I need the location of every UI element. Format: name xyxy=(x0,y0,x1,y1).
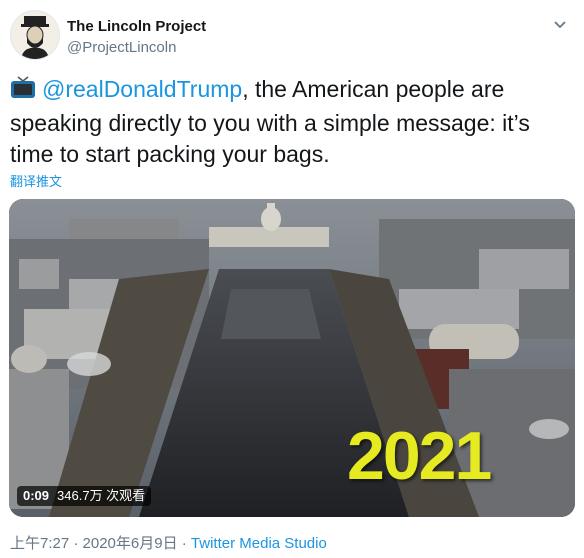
video-duration: 0:09 xyxy=(23,488,50,503)
translate-tweet-link[interactable]: 翻译推文 xyxy=(10,171,62,190)
year-overlay-text: 2021 xyxy=(347,418,492,494)
mention-link[interactable]: @realDonaldTrump xyxy=(42,76,242,102)
tweet-header: The Lincoln Project @ProjectLincoln xyxy=(10,10,574,60)
video-player[interactable]: 2021 0:09 346.7万 次观看 xyxy=(9,199,575,517)
tweet-footer: 上午7:27 · 2020年6月9日 · Twitter Media Studi… xyxy=(10,532,327,553)
chevron-down-icon[interactable] xyxy=(550,14,570,34)
author-name[interactable]: The Lincoln Project xyxy=(67,18,206,35)
video-info-badge: 0:09 346.7万 次观看 xyxy=(17,486,152,506)
lincoln-portrait-icon xyxy=(11,11,59,59)
tweet-timestamp[interactable]: 上午7:27 · 2020年6月9日 · xyxy=(10,535,191,552)
tweet-source-link[interactable]: Twitter Media Studio xyxy=(191,535,327,552)
tweet-text: @realDonaldTrump, the American people ar… xyxy=(10,74,578,170)
television-icon xyxy=(10,76,36,108)
avatar[interactable] xyxy=(10,10,60,60)
video-view-count: 346.7万 次观看 xyxy=(57,488,146,503)
author-handle[interactable]: @ProjectLincoln xyxy=(67,39,176,56)
